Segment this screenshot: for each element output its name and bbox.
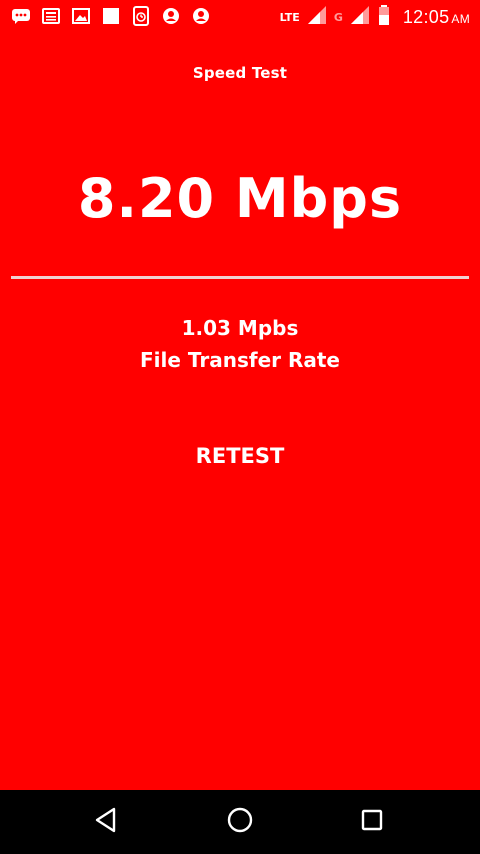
back-button[interactable] (86, 802, 126, 842)
news-icon (40, 6, 62, 26)
account-icon (160, 6, 182, 26)
g-signal-icon (349, 5, 371, 29)
home-icon (226, 806, 254, 838)
square-icon (100, 6, 122, 26)
speed-result: 8.20 Mbps (77, 167, 403, 230)
clock-app-icon (130, 6, 152, 26)
back-icon (94, 807, 118, 837)
battery-icon (377, 4, 391, 30)
retest-button[interactable]: RETEST (170, 436, 310, 476)
lte-signal-icon (306, 5, 328, 29)
system-indicators: LTE G 12:05 AM (280, 4, 470, 30)
recents-icon (360, 808, 384, 836)
home-button[interactable] (220, 802, 260, 842)
clock-ampm: AM (451, 11, 470, 26)
network-type-g: G (333, 10, 343, 24)
recents-button[interactable] (352, 802, 392, 842)
status-bar: LTE G 12:05 AM (0, 0, 480, 34)
gallery-icon (70, 6, 92, 26)
transfer-rate-label: File Transfer Rate (140, 348, 340, 372)
notification-icons (10, 6, 212, 26)
page-title: Speed Test (192, 64, 288, 82)
navigation-bar (0, 790, 480, 854)
messaging-icon (10, 6, 32, 26)
divider (11, 276, 469, 279)
account-icon (190, 6, 212, 26)
network-type-lte: LTE (279, 10, 300, 24)
clock-time: 12:05 (402, 6, 450, 27)
clock: 12:05 AM (403, 7, 470, 28)
transfer-rate-value: 1.03 Mpbs (181, 316, 299, 340)
